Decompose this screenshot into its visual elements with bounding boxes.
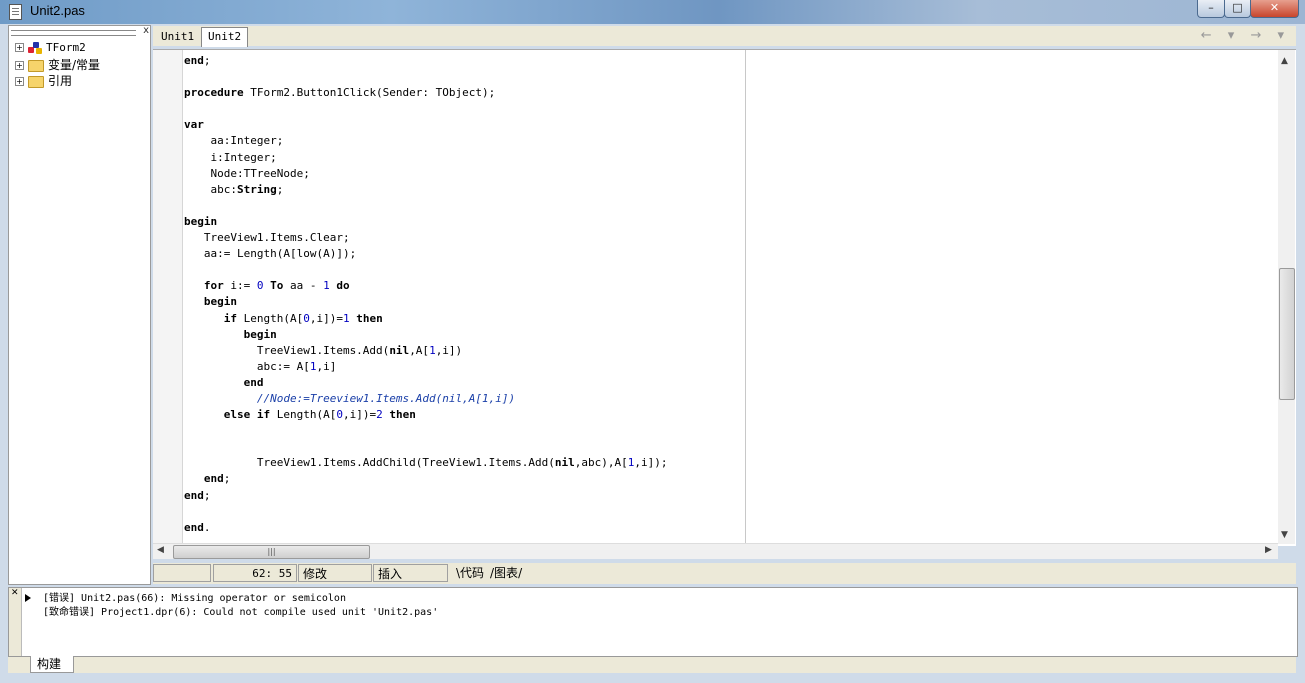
scroll-left-icon[interactable]: ◀ xyxy=(157,545,164,555)
folder-icon xyxy=(28,59,44,72)
scroll-up-icon[interactable]: ▲ xyxy=(1281,56,1288,66)
messages-tab-strip: 构建 xyxy=(8,656,1296,673)
expand-icon[interactable]: + xyxy=(15,77,24,86)
source-code[interactable]: end; procedure TForm2.Button1Click(Sende… xyxy=(184,53,667,536)
status-bar: 62: 55 修改 插入 \代码 /图表/ xyxy=(153,563,1296,584)
navigation-arrows-icon[interactable]: ← ▾ → ▾ xyxy=(1201,28,1290,43)
tab-code[interactable]: \代码 xyxy=(456,564,484,582)
scroll-down-icon[interactable]: ▼ xyxy=(1281,530,1288,540)
folder-icon xyxy=(28,75,44,88)
document-icon xyxy=(9,4,22,20)
panel-grip[interactable] xyxy=(11,30,136,36)
horizontal-scrollbar[interactable]: ◀ ||| ▶ xyxy=(153,543,1278,559)
panel-close-icon[interactable]: x xyxy=(143,26,149,36)
messages-side-bar: ✕ xyxy=(9,588,22,656)
minimize-button[interactable]: – xyxy=(1197,0,1225,18)
tree-item-variables[interactable]: + 变量/常量 xyxy=(15,56,100,72)
window-title: Unit2.pas xyxy=(30,3,85,18)
tree-item-label: 引用 xyxy=(48,74,73,88)
tab-build[interactable]: 构建 xyxy=(30,656,75,673)
messages-panel: ✕ [错误] Unit2.pas(66): Missing operator o… xyxy=(8,587,1298,657)
tree-item-uses[interactable]: + 引用 xyxy=(15,72,72,88)
tab-unit2[interactable]: Unit2 xyxy=(201,27,249,47)
horizontal-scroll-thumb[interactable]: ||| xyxy=(173,545,370,559)
editor-tab-strip: Unit1 Unit2 ← ▾ → ▾ xyxy=(153,26,1296,47)
tree-item-label: TForm2 xyxy=(46,41,86,54)
structure-panel: x + TForm2 + 变量/常量 + 引用 xyxy=(8,25,151,585)
vertical-scrollbar[interactable]: ▲ ▼ xyxy=(1278,50,1295,544)
message-line[interactable]: [致命错误] Project1.dpr(6): Could not compil… xyxy=(43,606,438,620)
tab-unit1[interactable]: Unit1 xyxy=(155,28,200,46)
expand-icon[interactable]: + xyxy=(15,61,24,70)
tree-item-label: 变量/常量 xyxy=(48,58,101,72)
tab-diagram[interactable]: /图表/ xyxy=(490,564,522,582)
title-bar: Unit2.pas – □ ✕ xyxy=(0,0,1305,24)
status-blank xyxy=(153,564,211,582)
vertical-scroll-thumb[interactable] xyxy=(1279,268,1295,400)
panel-close-icon[interactable]: ✕ xyxy=(11,588,19,598)
modified-indicator: 修改 xyxy=(298,564,372,582)
form-icon xyxy=(28,41,42,54)
expand-icon[interactable]: + xyxy=(15,43,24,52)
tree-item-tform2[interactable]: + TForm2 xyxy=(15,40,86,56)
cursor-position: 62: 55 xyxy=(213,564,297,582)
message-line[interactable]: [错误] Unit2.pas(66): Missing operator or … xyxy=(43,592,346,606)
selected-message-arrow-icon xyxy=(25,594,31,602)
maximize-button[interactable]: □ xyxy=(1224,0,1251,18)
scroll-right-icon[interactable]: ▶ xyxy=(1265,545,1272,555)
right-margin-line xyxy=(745,50,746,546)
code-editor[interactable]: end; procedure TForm2.Button1Click(Sende… xyxy=(153,49,1296,546)
close-button[interactable]: ✕ xyxy=(1250,0,1299,18)
insert-mode-indicator: 插入 xyxy=(373,564,448,582)
editor-gutter xyxy=(153,50,183,546)
